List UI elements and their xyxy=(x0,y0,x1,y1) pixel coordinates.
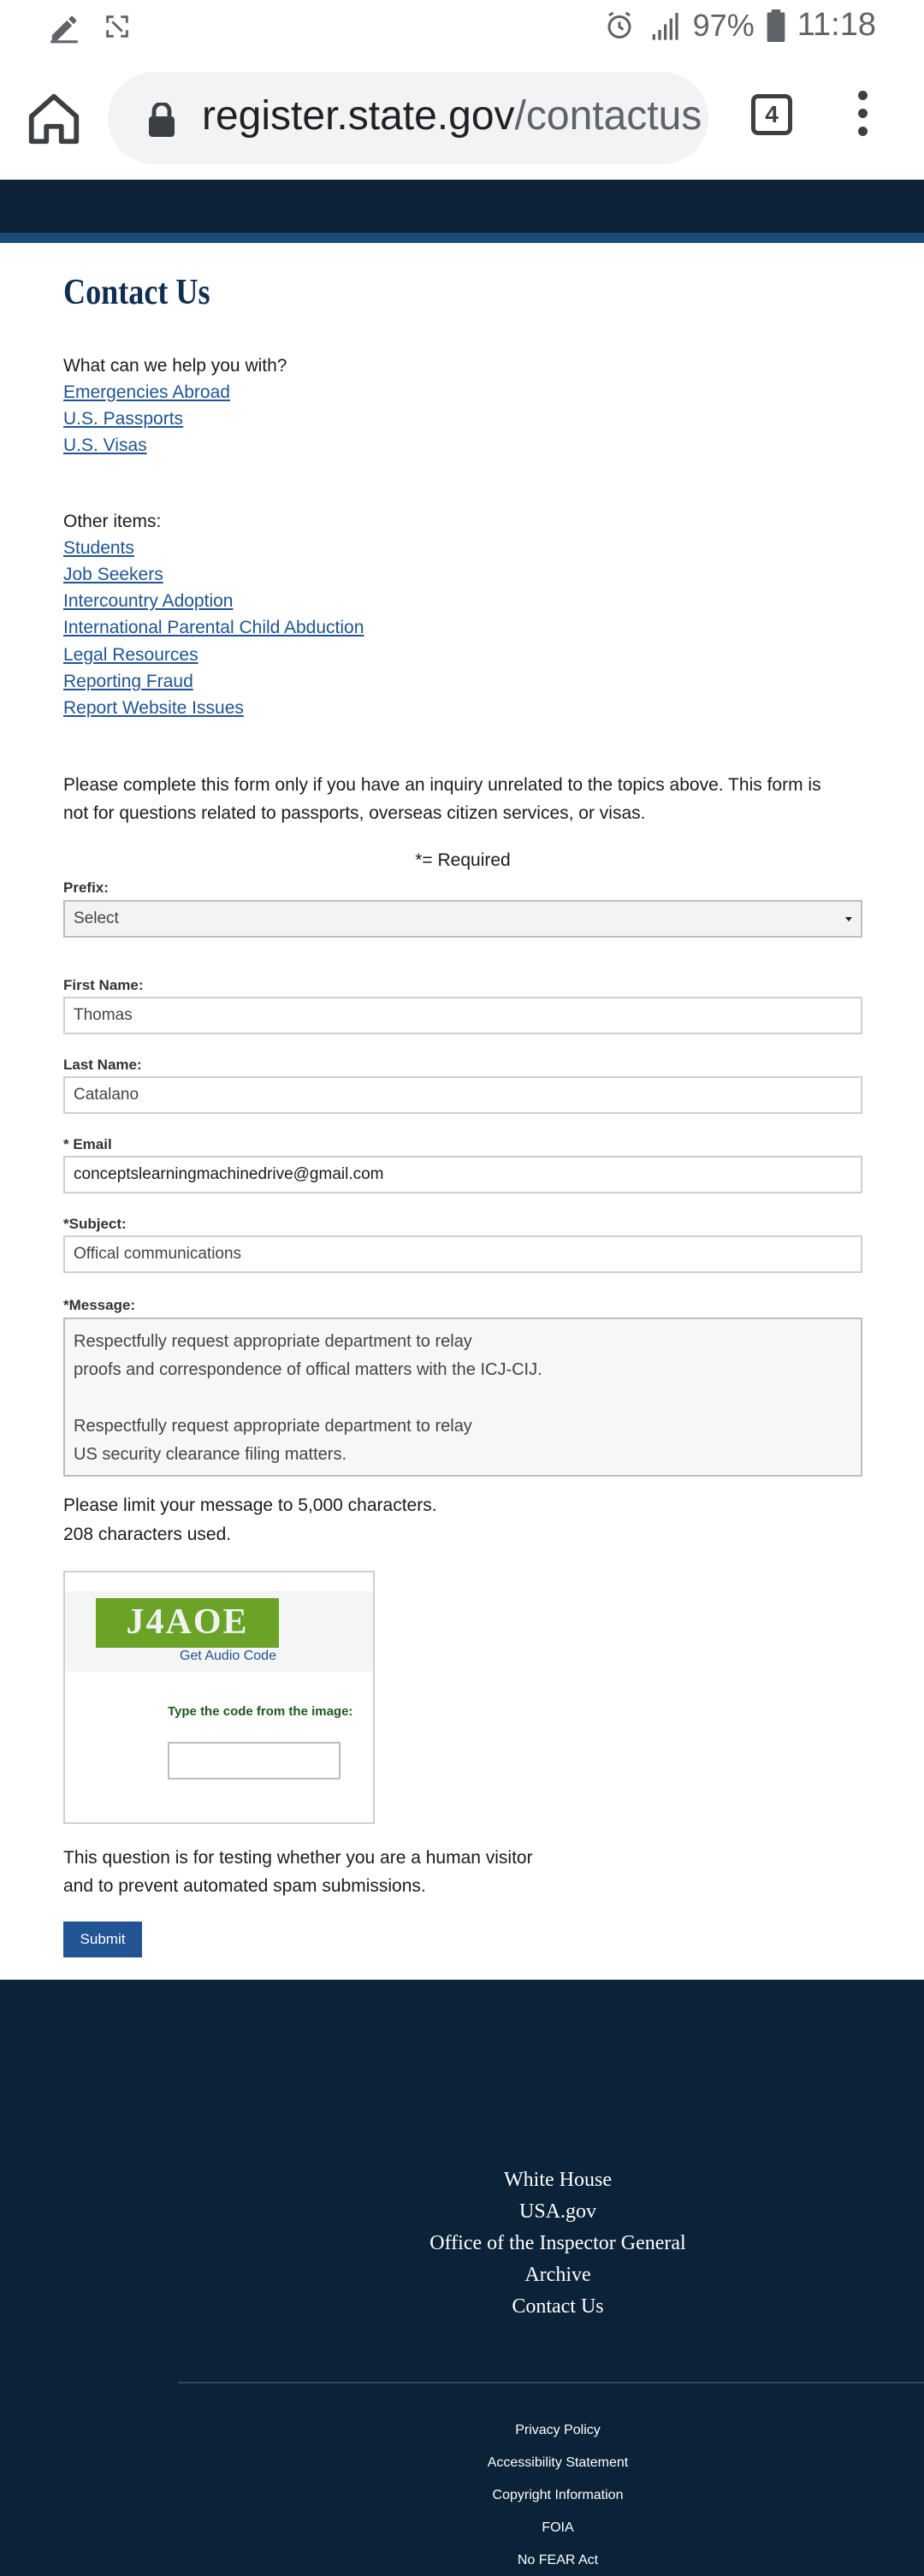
site-header-stripe xyxy=(0,233,924,243)
required-note: *= Required xyxy=(415,850,511,870)
message-line: US security clearance filing matters. xyxy=(74,1445,347,1464)
edit-icon xyxy=(50,15,78,44)
footer-links: White House USA.gov Office of the Inspec… xyxy=(387,2164,729,2323)
prefix-label: Prefix: xyxy=(63,879,109,896)
site-header xyxy=(0,180,924,233)
link-child-abduction[interactable]: International Parental Child Abduction xyxy=(63,614,364,642)
footer-link-archive[interactable]: Archive xyxy=(387,2259,729,2291)
char-limit-note: Please limit your message to 5,000 chara… xyxy=(63,1495,437,1515)
footer-link-copyright[interactable]: Copyright Information xyxy=(387,2479,729,2512)
link-report-website-issues[interactable]: Report Website Issues xyxy=(63,695,244,722)
last-name-field[interactable]: Catalano xyxy=(63,1076,862,1114)
lock-icon xyxy=(149,103,175,137)
get-audio-code-link[interactable]: Get Audio Code xyxy=(180,1649,276,1664)
footer-link-inspector-general[interactable]: Office of the Inspector General xyxy=(387,2228,729,2259)
footer-link-no-fear-act[interactable]: No FEAR Act xyxy=(387,2544,729,2576)
footer-divider xyxy=(178,2382,924,2384)
email-field[interactable]: conceptslearningmachinedrive@gmail.com xyxy=(63,1156,862,1193)
screenshot-expand-icon xyxy=(106,15,128,38)
battery-percent: 97% xyxy=(692,7,755,43)
footer-link-contact-us[interactable]: Contact Us xyxy=(387,2291,729,2323)
captcha-note-line2: and to prevent automated spam submission… xyxy=(63,1876,426,1896)
prefix-value: Select xyxy=(74,909,119,927)
link-students[interactable]: Students xyxy=(63,535,134,562)
more-menu-icon[interactable] xyxy=(847,91,878,144)
captcha-label: Type the code from the image: xyxy=(168,1704,353,1719)
link-reporting-fraud[interactable]: Reporting Fraud xyxy=(63,668,193,696)
alarm-icon xyxy=(607,11,631,38)
email-label: * Email xyxy=(63,1136,112,1152)
captcha-image: J4AOE xyxy=(96,1598,279,1648)
message-line: Respectfully request appropriate departm… xyxy=(74,1332,472,1351)
captcha-input[interactable] xyxy=(168,1742,341,1780)
link-intercountry-adoption[interactable]: Intercountry Adoption xyxy=(63,588,233,615)
footer-link-foia[interactable]: FOIA xyxy=(387,2512,729,2544)
link-us-visas[interactable]: U.S. Visas xyxy=(63,432,147,459)
footer-link-white-house[interactable]: White House xyxy=(387,2164,729,2196)
browser-toolbar: register.state.gov/contactus 4 xyxy=(0,56,924,180)
site-footer: White House USA.gov Office of the Inspec… xyxy=(0,1980,924,2576)
captcha-image-area: J4AOE Get Audio Code xyxy=(65,1591,373,1672)
footer-link-accessibility[interactable]: Accessibility Statement xyxy=(387,2447,729,2479)
link-us-passports[interactable]: U.S. Passports xyxy=(63,406,183,433)
message-line xyxy=(74,1384,852,1412)
last-name-label: Last Name: xyxy=(63,1057,142,1073)
footer-link-privacy-policy[interactable]: Privacy Policy xyxy=(387,2414,729,2447)
footer-policy-links: Privacy Policy Accessibility Statement C… xyxy=(387,2414,729,2576)
first-name-label: First Name: xyxy=(63,977,144,993)
home-icon[interactable] xyxy=(24,89,84,149)
url-path: /contactus xyxy=(514,93,702,139)
page-title: Contact Us xyxy=(63,273,210,312)
battery-icon xyxy=(767,9,785,42)
url-domain: register.state.gov xyxy=(202,93,515,139)
clock-time: 11:18 xyxy=(797,7,876,43)
link-job-seekers[interactable]: Job Seekers xyxy=(63,561,163,589)
captcha-code: J4AOE xyxy=(126,1602,249,1642)
first-name-field[interactable]: Thomas xyxy=(63,997,862,1034)
signal-lte-icon xyxy=(652,12,678,40)
tab-switcher-button[interactable]: 4 xyxy=(751,94,792,135)
message-line: Respectfully request appropriate departm… xyxy=(74,1417,472,1436)
footer-link-usa-gov[interactable]: USA.gov xyxy=(387,2196,729,2228)
form-intro-line2: not for questions related to passports, … xyxy=(63,803,646,823)
message-line: proofs and correspondence of offical mat… xyxy=(74,1360,542,1379)
other-items-prompt: Other items: xyxy=(63,512,162,531)
url-text: register.state.gov/contactus xyxy=(202,92,702,139)
captcha-box: J4AOE Get Audio Code Type the code from … xyxy=(63,1571,375,1824)
status-bar: 97% 11:18 xyxy=(0,0,924,56)
char-count: 208 characters used. xyxy=(63,1525,232,1544)
captcha-note-line1: This question is for testing whether you… xyxy=(63,1848,533,1868)
address-bar[interactable]: register.state.gov/contactus xyxy=(108,72,708,164)
link-legal-resources[interactable]: Legal Resources xyxy=(63,642,198,669)
subject-label: *Subject: xyxy=(63,1216,127,1232)
submit-button[interactable]: Submit xyxy=(63,1922,142,1957)
subject-field[interactable]: Offical communications xyxy=(63,1235,862,1273)
message-textarea[interactable]: Respectfully request appropriate departm… xyxy=(63,1318,862,1477)
chevron-down-icon xyxy=(845,917,852,921)
form-intro-line1: Please complete this form only if you ha… xyxy=(63,775,821,795)
help-prompt: What can we help you with? xyxy=(63,356,287,376)
prefix-select[interactable]: Select xyxy=(63,900,862,938)
link-emergencies-abroad[interactable]: Emergencies Abroad xyxy=(63,379,230,406)
message-label: *Message: xyxy=(63,1297,136,1313)
